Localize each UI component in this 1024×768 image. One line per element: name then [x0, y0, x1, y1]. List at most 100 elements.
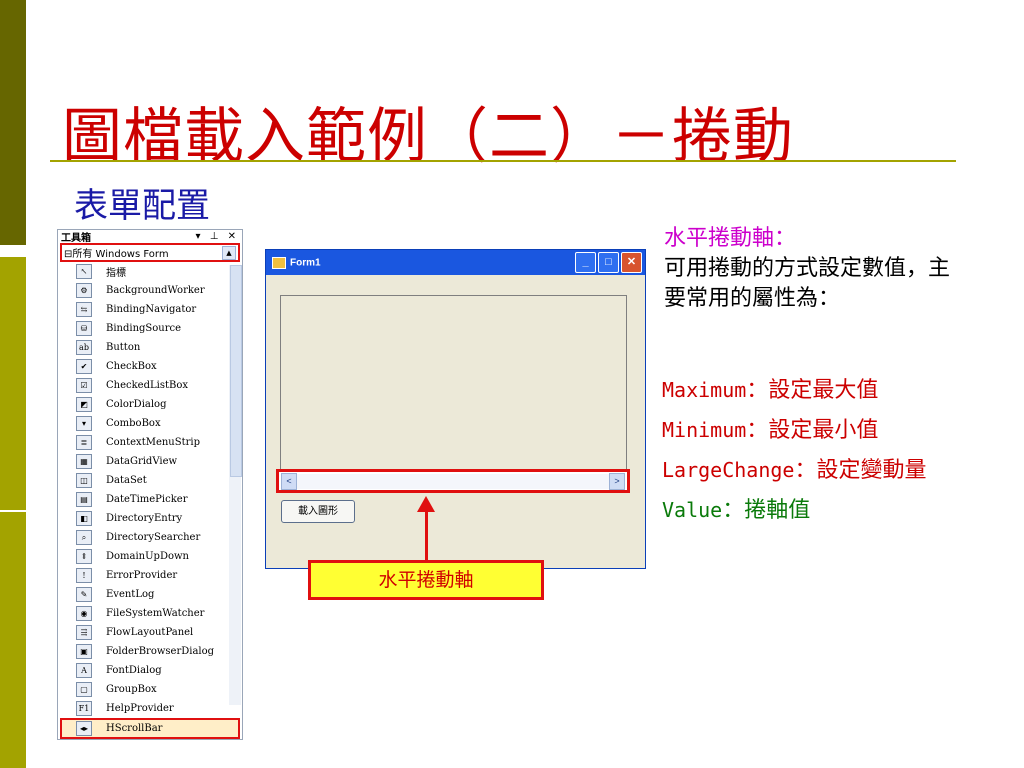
scrollbar-track[interactable]: [297, 473, 609, 489]
property-desc: 設定變動量: [816, 458, 927, 483]
hscrollbar-icon: ◂▸: [76, 721, 92, 736]
toolbox-item-label: 指標: [106, 268, 126, 279]
toolbox-item-label: DateTimePicker: [106, 494, 188, 505]
minimize-icon[interactable]: _: [575, 252, 596, 273]
toolbox-item[interactable]: ✔ CheckBox: [58, 357, 242, 376]
slide-accent-bar-bottom: [0, 512, 26, 768]
toolbox-window-controls[interactable]: ▾ ⊥ ✕: [196, 231, 239, 242]
toolbox-title: 工具箱: [61, 233, 91, 244]
toolbox-item-label: ErrorProvider: [106, 570, 178, 581]
toolbox-item[interactable]: ◩ ColorDialog: [58, 395, 242, 414]
toolbox-item-label: ColorDialog: [106, 399, 167, 410]
property-sep: ：: [746, 418, 769, 443]
helpprovider-icon: F1: [76, 701, 92, 716]
toolbox-item[interactable]: ◉ FileSystemWatcher: [58, 604, 242, 623]
toolbox-item[interactable]: ✎ EventLog: [58, 585, 242, 604]
toolbox-item-label: ContextMenuStrip: [106, 437, 200, 448]
toolbox-item[interactable]: ⌕ DirectorySearcher: [58, 528, 242, 547]
toolbox-item[interactable]: ⚙ BackgroundWorker: [58, 281, 242, 300]
horizontal-scrollbar[interactable]: < >: [276, 469, 630, 493]
toolbox-header: 工具箱 ▾ ⊥ ✕: [58, 230, 242, 244]
toolbox-item[interactable]: ▢ GroupBox: [58, 680, 242, 699]
datetimepicker-icon: ▤: [76, 492, 92, 507]
backgroundworker-icon: ⚙: [76, 283, 92, 298]
property-sep: ：: [746, 378, 769, 403]
description-heading: 水平捲動軸：: [664, 226, 797, 251]
combobox-icon: ▾: [76, 416, 92, 431]
toolbox-item-label: DataGridView: [106, 456, 178, 467]
dataset-icon: ◫: [76, 473, 92, 488]
slide-subtitle: 表單配置: [74, 186, 210, 226]
button-icon: ab: [76, 340, 92, 355]
contextmenustrip-icon: ≣: [76, 435, 92, 450]
bindingsource-icon: ⛁: [76, 321, 92, 336]
toolbox-item[interactable]: ▤ DateTimePicker: [58, 490, 242, 509]
checkedlistbox-icon: ☑: [76, 378, 92, 393]
toolbox-item-label: ComboBox: [106, 418, 161, 429]
property-desc: 設定最大值: [768, 378, 879, 403]
toolbox-item[interactable]: ☑ CheckedListBox: [58, 376, 242, 395]
directorysearcher-icon: ⌕: [76, 530, 92, 545]
toolbox-item-label: BindingSource: [106, 323, 182, 334]
description-body: 可用捲動的方式設定數值，主要常用的屬性為：: [664, 256, 951, 311]
load-image-button[interactable]: 載入圖形: [281, 500, 355, 523]
toolbox-item-label: DataSet: [106, 475, 147, 486]
toolbox-item[interactable]: ⇆ BindingNavigator: [58, 300, 242, 319]
scroll-right-arrow-icon[interactable]: >: [609, 472, 625, 490]
toolbox-vertical-scrollbar[interactable]: [229, 265, 242, 705]
toolbox-item-label: FileSystemWatcher: [106, 608, 205, 619]
toolbox-item-label: CheckBox: [106, 361, 157, 372]
toolbox-item[interactable]: ab Button: [58, 338, 242, 357]
picture-box: [280, 295, 627, 470]
toolbox-item[interactable]: ▾ ComboBox: [58, 414, 242, 433]
directoryentry-icon: ◧: [76, 511, 92, 526]
property-list: Maximum：設定最大值 Minimum：設定最小值 LargeChange：設定…: [662, 372, 926, 532]
property-item: Minimum：設定最小值: [662, 412, 926, 452]
property-item: LargeChange：設定變動量: [662, 452, 926, 492]
toolbox-item-label: FlowLayoutPanel: [106, 627, 194, 638]
title-divider: [50, 160, 956, 162]
checkbox-icon: ✔: [76, 359, 92, 374]
toolbox-item[interactable]: ≣ ContextMenuStrip: [58, 433, 242, 452]
toolbox-item-label: DomainUpDown: [106, 551, 189, 562]
toolbox-item[interactable]: ↖ 指標: [58, 262, 242, 281]
property-name: Value: [662, 498, 723, 522]
colordialog-icon: ◩: [76, 397, 92, 412]
toolbox-group-label: ⊟所有 Windows Form: [64, 249, 169, 260]
toolbox-group-all-windows-forms[interactable]: ⊟所有 Windows Form ▲: [60, 243, 240, 262]
toolbox-item[interactable]: ⇕ DomainUpDown: [58, 547, 242, 566]
toolbox-item[interactable]: ! ErrorProvider: [58, 566, 242, 585]
folderbrowserdialog-icon: ▣: [76, 644, 92, 659]
slide-accent-bar-middle: [0, 257, 26, 510]
toolbox-item-label: FontDialog: [106, 665, 162, 676]
scroll-left-arrow-icon[interactable]: <: [281, 472, 297, 490]
property-desc: 捲軸值: [744, 498, 811, 523]
toolbox-item[interactable]: A FontDialog: [58, 661, 242, 680]
flowlayoutpanel-icon: ⇶: [76, 625, 92, 640]
property-name: Minimum: [662, 418, 747, 442]
groupbox-icon: ▢: [76, 682, 92, 697]
toolbox-item[interactable]: ⇶ FlowLayoutPanel: [58, 623, 242, 642]
toolbox-item-label: CheckedListBox: [106, 380, 188, 391]
toolbox-item-label: HScrollBar: [106, 723, 163, 734]
toolbox-item[interactable]: ◧ DirectoryEntry: [58, 509, 242, 528]
callout-label: 水平捲動軸: [308, 560, 544, 600]
toolbox-item[interactable]: ▣ FolderBrowserDialog: [58, 642, 242, 661]
form1-titlebar[interactable]: Form1 _ □ ✕: [266, 250, 645, 275]
toolbox-scroll-thumb[interactable]: [230, 265, 242, 477]
toolbox-item-label: DirectorySearcher: [106, 532, 201, 543]
toolbox-item[interactable]: ▦ DataGridView: [58, 452, 242, 471]
form1-window: Form1 _ □ ✕ < > 載入圖形: [265, 249, 646, 569]
toolbox-item[interactable]: F1 HelpProvider: [58, 699, 242, 718]
scroll-up-arrow-icon[interactable]: ▲: [222, 245, 236, 260]
toolbox-item-label: BackgroundWorker: [106, 285, 205, 296]
toolbox-item[interactable]: ◫ DataSet: [58, 471, 242, 490]
property-item: Value：捲軸值: [662, 492, 926, 532]
close-icon[interactable]: ✕: [621, 252, 642, 273]
hscrollbar-description: 水平捲動軸： 可用捲動的方式設定數值，主要常用的屬性為：: [664, 224, 964, 314]
property-name: Maximum: [662, 378, 747, 402]
toolbox-item-hscrollbar[interactable]: ◂▸ HScrollBar: [60, 718, 240, 739]
toolbox-item[interactable]: ⛁ BindingSource: [58, 319, 242, 338]
property-sep: ：: [722, 498, 745, 523]
maximize-icon[interactable]: □: [598, 252, 619, 273]
